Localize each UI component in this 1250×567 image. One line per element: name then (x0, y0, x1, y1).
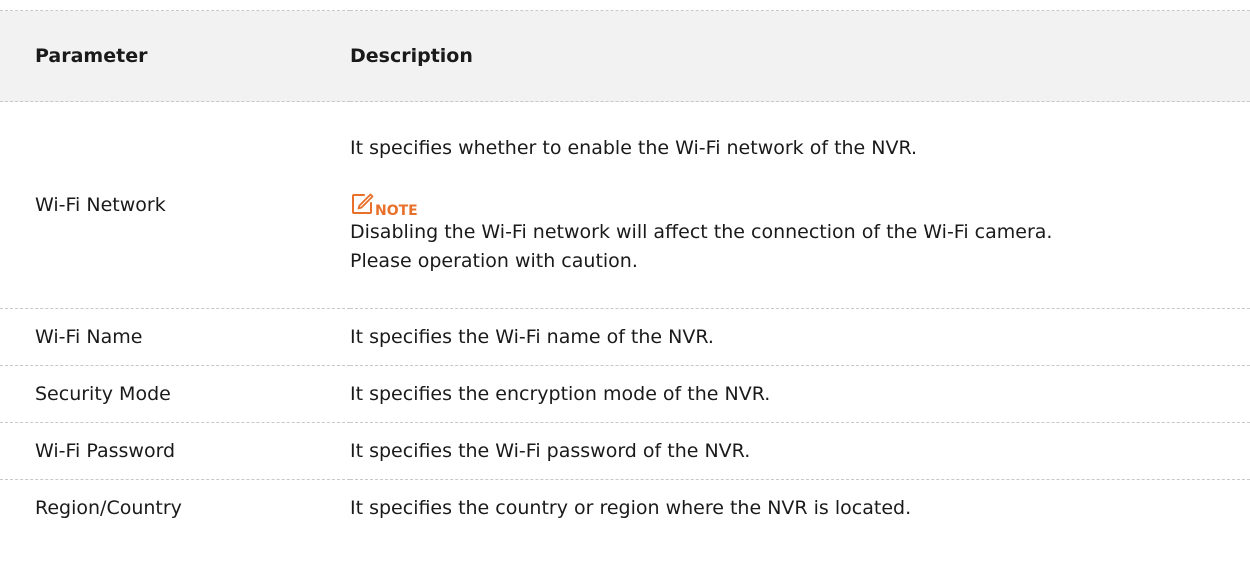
desc-wifi-password: It specifies the Wi-Fi password of the N… (350, 422, 1250, 480)
desc-wifi-network: It specifies whether to enable the Wi-Fi… (350, 137, 918, 159)
desc-region-country: It specifies the country or region where… (350, 496, 912, 519)
table-row: Wi-Fi Network It specifies whether to en… (0, 101, 1250, 309)
table-row: Wi-Fi Name It specifies the Wi-Fi name o… (0, 308, 1250, 366)
parameter-table: Parameter Description Wi-Fi Network It s… (0, 10, 1250, 537)
desc-security-mode: It specifies the encryption mode of the … (350, 365, 1250, 423)
table-header-row: Parameter Description (0, 10, 1250, 102)
table-row: Security Mode It specifies the encryptio… (0, 365, 1250, 423)
table-row: Region/Country It specifies the country … (0, 480, 1250, 537)
table-body: Wi-Fi Network It specifies whether to en… (0, 101, 1250, 537)
table-header: Parameter Description (0, 10, 1250, 102)
param-region-country: Region/Country (35, 496, 182, 519)
note-text-line2: Please operation with caution. (350, 250, 638, 272)
header-parameter: Parameter (0, 10, 350, 102)
note-edit-icon (352, 193, 374, 214)
header-description: Description (350, 10, 1250, 102)
param-wifi-network: Wi-Fi Network (0, 101, 350, 309)
note-label: NOTE (375, 203, 418, 219)
desc-wifi-network-cell: It specifies whether to enable the Wi-Fi… (350, 101, 1250, 309)
param-security-mode: Security Mode (0, 365, 350, 423)
note-heading: NOTE (350, 190, 1250, 219)
desc-wifi-name: It specifies the Wi-Fi name of the NVR. (350, 308, 1250, 366)
note-text-line1: Disabling the Wi-Fi network will affect … (350, 221, 1053, 243)
param-wifi-password: Wi-Fi Password (0, 422, 350, 480)
param-wifi-name: Wi-Fi Name (0, 308, 350, 366)
table-row: Wi-Fi Password It specifies the Wi-Fi pa… (0, 422, 1250, 480)
